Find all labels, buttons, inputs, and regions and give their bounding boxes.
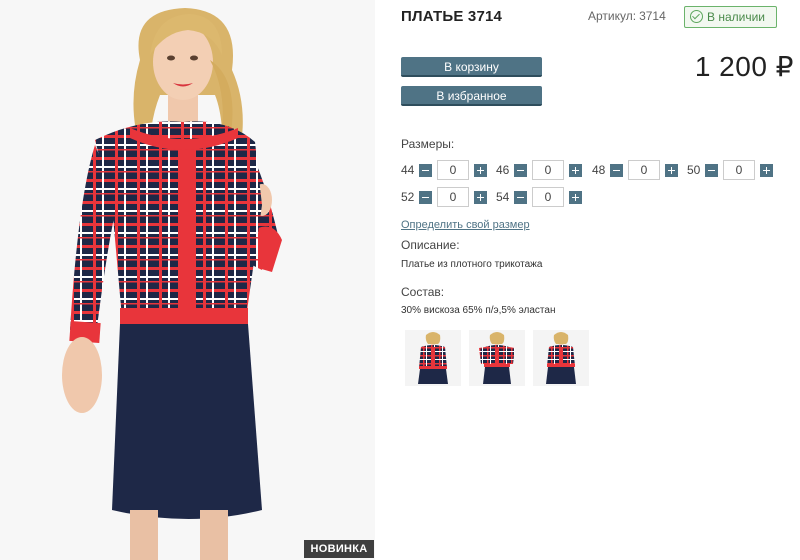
size-group-44: 44 xyxy=(401,160,487,180)
thumbnail-image xyxy=(418,332,448,384)
size-number: 54 xyxy=(496,190,510,204)
quantity-input[interactable] xyxy=(723,160,755,180)
increment-button[interactable] xyxy=(474,163,487,177)
size-group-46: 46 xyxy=(496,160,582,180)
description-text: Платье из плотного трикотажа xyxy=(401,259,543,270)
size-guide-link[interactable]: Определить свой размер xyxy=(401,219,530,231)
increment-button[interactable] xyxy=(665,163,678,177)
composition-text: 30% вискоза 65% п/э,5% эластан xyxy=(401,305,556,316)
size-number: 52 xyxy=(401,190,415,204)
size-group-50: 50 xyxy=(687,160,773,180)
sku-value: 3714 xyxy=(639,9,666,23)
stock-status-label: В наличии xyxy=(707,10,766,24)
decrement-button[interactable] xyxy=(419,190,432,204)
increment-button[interactable] xyxy=(569,163,582,177)
thumbnail-image xyxy=(479,332,515,384)
decrement-button[interactable] xyxy=(419,163,432,177)
stock-status-badge: В наличии xyxy=(684,6,777,28)
composition-label: Состав: xyxy=(401,285,445,299)
decrement-button[interactable] xyxy=(705,163,718,177)
increment-button[interactable] xyxy=(760,163,773,177)
decrement-button[interactable] xyxy=(610,163,623,177)
thumbnail-1[interactable] xyxy=(405,330,461,386)
size-number: 50 xyxy=(687,163,701,177)
description-label: Описание: xyxy=(401,238,460,252)
product-title: ПЛАТЬЕ 3714 xyxy=(401,8,503,25)
quantity-input[interactable] xyxy=(628,160,660,180)
quantity-input[interactable] xyxy=(532,187,564,207)
decrement-button[interactable] xyxy=(514,163,527,177)
quantity-input[interactable] xyxy=(437,187,469,207)
add-to-cart-button[interactable]: В корзину xyxy=(401,57,542,77)
new-badge: НОВИНКА xyxy=(304,540,374,558)
price: 1 200 ₽ xyxy=(694,51,794,82)
size-group-54: 54 xyxy=(496,187,582,207)
size-number: 44 xyxy=(401,163,415,177)
quantity-input[interactable] xyxy=(532,160,564,180)
increment-button[interactable] xyxy=(569,190,582,204)
thumbnail-3[interactable] xyxy=(533,330,589,386)
thumbnail-image xyxy=(546,332,576,384)
size-group-52: 52 xyxy=(401,187,487,207)
size-group-48: 48 xyxy=(592,160,678,180)
quantity-input[interactable] xyxy=(437,160,469,180)
thumbnail-2[interactable] xyxy=(469,330,525,386)
sku-label: Артикул: xyxy=(588,9,637,23)
add-to-favorites-button[interactable]: В избранное xyxy=(401,86,542,106)
check-circle-icon xyxy=(690,10,703,23)
sku: Артикул: 3714 xyxy=(588,9,666,23)
decrement-button[interactable] xyxy=(514,190,527,204)
size-number: 46 xyxy=(496,163,510,177)
size-number: 48 xyxy=(592,163,606,177)
model-illustration xyxy=(62,8,282,560)
sizes-label: Размеры: xyxy=(401,137,455,151)
increment-button[interactable] xyxy=(474,190,487,204)
product-photo[interactable]: НОВИНКА xyxy=(0,0,375,560)
